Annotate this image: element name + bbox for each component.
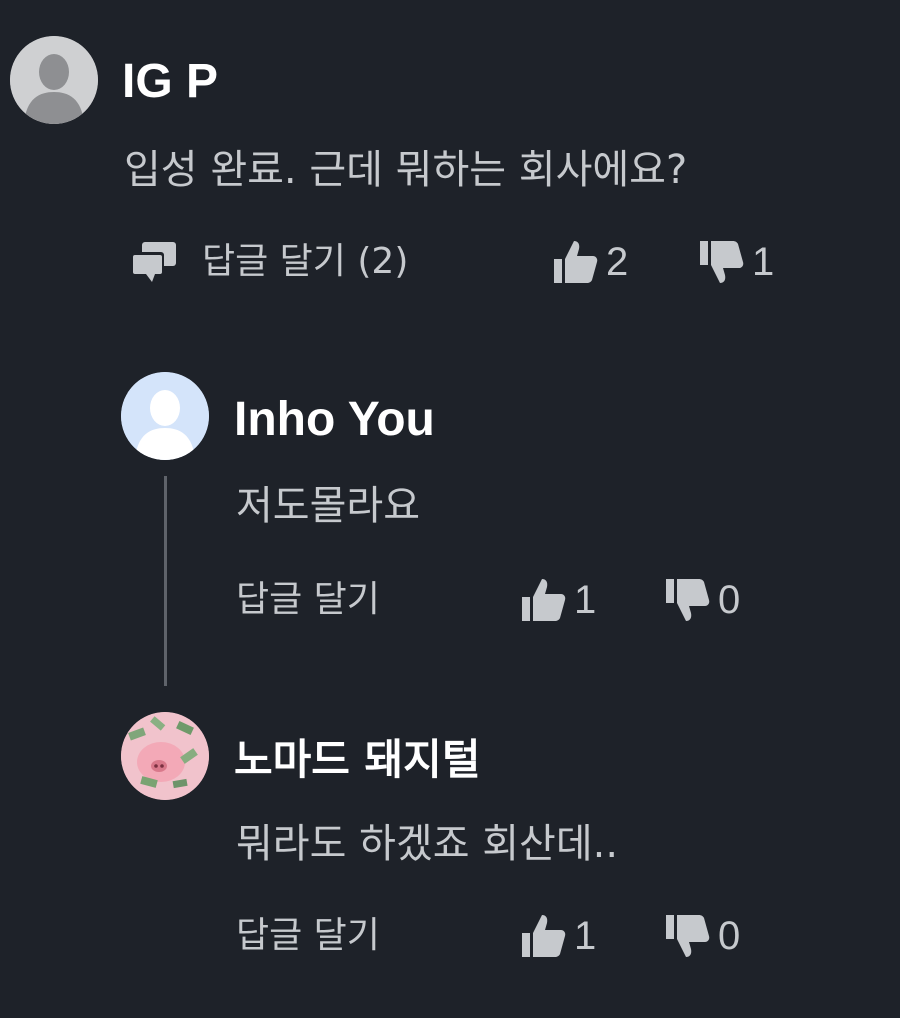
dislike-count: 0: [718, 914, 741, 958]
dislike-count: 0: [718, 578, 741, 622]
thumbs-up-icon: [554, 241, 598, 283]
like-count: 1: [574, 578, 597, 622]
like-button[interactable]: 1: [518, 906, 596, 966]
avatar[interactable]: [10, 36, 98, 124]
comment-author[interactable]: Inho You: [234, 392, 435, 448]
comment-author[interactable]: IG P: [122, 54, 218, 110]
dislike-button[interactable]: 0: [662, 906, 740, 966]
dislike-count: 1: [752, 240, 775, 284]
reply-button[interactable]: 답글 달기 (2): [128, 232, 408, 292]
avatar[interactable]: [121, 712, 209, 800]
reply-button[interactable]: 답글 달기: [236, 906, 380, 966]
comment-actions: 답글 달기 (2) 2 1: [128, 232, 828, 292]
thumbs-down-icon: [700, 241, 744, 283]
like-count: 2: [606, 240, 629, 284]
reply-button[interactable]: 답글 달기: [236, 570, 380, 630]
default-user-icon: [10, 36, 98, 124]
comment-text: 입성 완료. 근데 뭐하는 회사에요?: [124, 147, 688, 193]
dislike-button[interactable]: 1: [696, 232, 774, 292]
thumbs-up-icon: [522, 915, 566, 957]
reply-label: 답글 달기 (2): [202, 241, 409, 282]
pig-photo-icon: [121, 712, 209, 800]
like-button[interactable]: 2: [550, 232, 628, 292]
thread-line: [164, 476, 167, 686]
comment-author[interactable]: 노마드 돼지털: [234, 732, 480, 788]
comment-text: 뭐라도 하겠죠 회산데..: [236, 821, 619, 867]
avatar[interactable]: [121, 372, 209, 460]
comment-actions: 답글 달기 1 0: [236, 570, 836, 630]
thumbs-down-icon: [666, 579, 710, 621]
like-count: 1: [574, 914, 597, 958]
thumbs-down-icon: [666, 915, 710, 957]
comment-actions: 답글 달기 1 0: [236, 906, 836, 966]
dislike-button[interactable]: 0: [662, 570, 740, 630]
thumbs-up-icon: [522, 579, 566, 621]
default-user-icon: [121, 372, 209, 460]
like-button[interactable]: 1: [518, 570, 596, 630]
comment-text: 저도몰라요: [236, 483, 420, 529]
reply-label: 답글 달기: [236, 579, 380, 620]
chat-bubbles-icon: [130, 242, 176, 282]
reply-label: 답글 달기: [236, 915, 380, 956]
